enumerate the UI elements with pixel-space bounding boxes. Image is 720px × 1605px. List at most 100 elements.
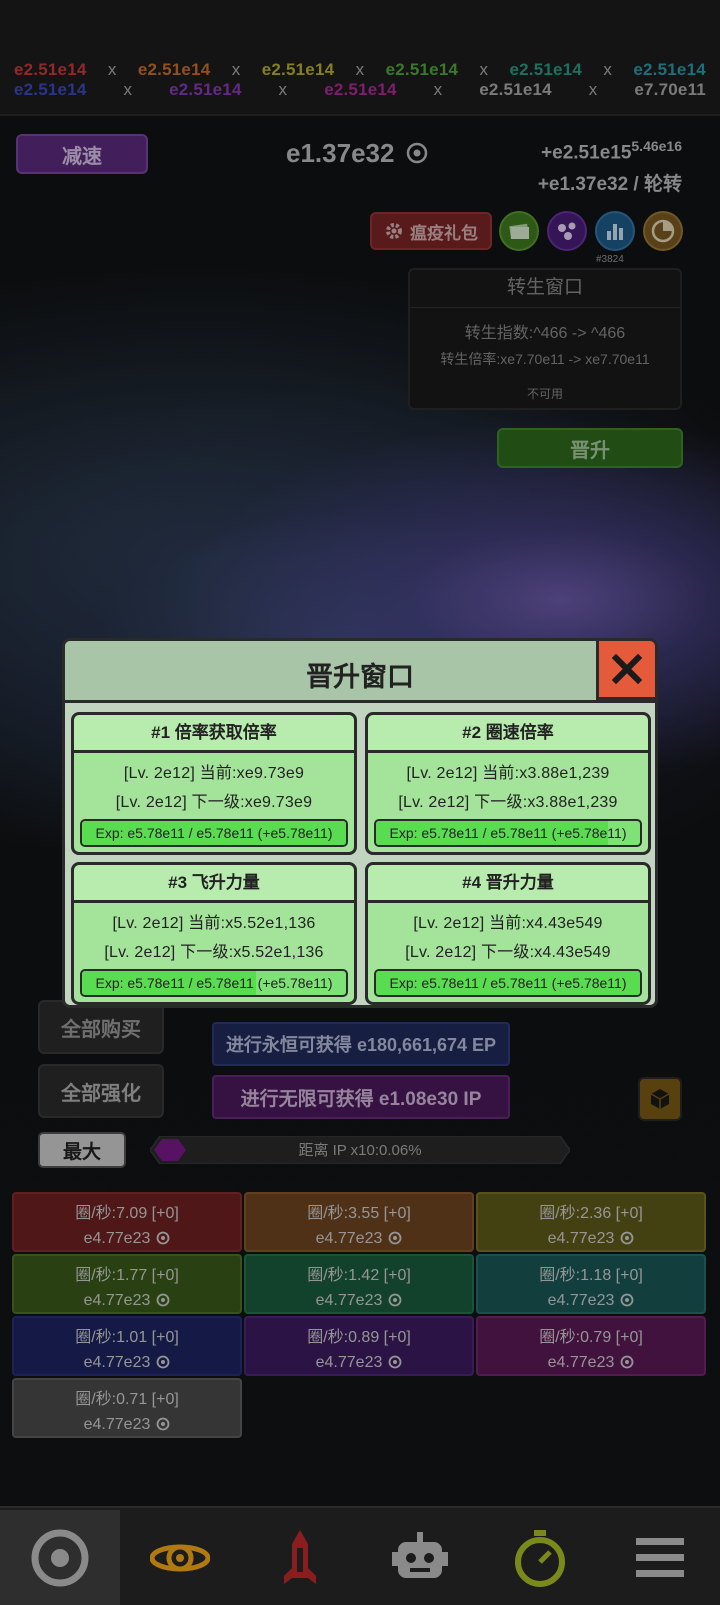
pie-button[interactable] [643,211,683,251]
ring-cost: e4.77e23 [246,1350,472,1375]
ring-cost-value: e4.77e23 [547,1354,615,1371]
ring-tile[interactable]: 圈/秒:1.01 [+0] e4.77e23 [12,1316,242,1376]
ring-cost-value: e4.77e23 [83,1230,151,1247]
ring-rate: 圈/秒:1.18 [+0] [539,1267,643,1284]
upgrade-card-next: [Lv. 2e12] 下一级:x3.88e1,239 [398,794,618,811]
multiplier-value: e2.51e14 [479,80,552,99]
upgrade-card-exp-bar: Exp: e5.78e11 / e5.78e11 (+e5.78e11) [80,969,348,997]
eternity-button[interactable]: 进行永恒可获得 e180,661,674 EP [212,1022,510,1066]
ring-tile[interactable]: 圈/秒:1.18 [+0] e4.77e23 [476,1254,706,1314]
ring-cost: e4.77e23 [14,1350,240,1375]
ring-tile[interactable]: 圈/秒:1.42 [+0] e4.77e23 [244,1254,474,1314]
upgrade-card-current: [Lv. 2e12] 当前:x4.43e549 [413,915,603,932]
cards-button[interactable] [499,211,539,251]
upgrade-all-button[interactable]: 全部强化 [38,1064,164,1118]
multiplier-separator: x [107,60,117,79]
gain-per-rotation: +e1.37e32 / 轮转 [537,174,682,196]
upgrade-card-2[interactable]: #2 圈速倍率 [Lv. 2e12] 当前:x3.88e1,239 [Lv. 2… [365,712,651,855]
max-button[interactable]: 最大 [38,1132,126,1168]
exp-bar-label: Exp: e5.78e11 / e5.78e11 (+e5.78e11) [95,975,333,991]
target-icon [156,1293,170,1307]
ring-cost: e4.77e23 [14,1226,240,1251]
nav-rocket[interactable] [240,1510,360,1605]
plague-gift-label: 瘟疫礼包 [410,223,478,243]
upgrade-card-title: #1 倍率获取倍率 [74,715,354,753]
ring-tile[interactable]: 圈/秒:2.36 [+0] e4.77e23 [476,1192,706,1252]
ip-progress-label: 距离 IP x10:0.06% [298,1142,422,1159]
cube-button[interactable] [638,1077,682,1121]
multiplier-value: e2.51e14 [169,80,242,99]
slow-down-button[interactable]: 减速 [16,134,148,174]
particles-icon [558,222,576,240]
close-button[interactable] [596,638,658,700]
upgrade-card-title: #2 圈速倍率 [368,715,648,753]
nav-stopwatch[interactable] [480,1510,600,1605]
ring-tile[interactable]: 圈/秒:0.79 [+0] e4.77e23 [476,1316,706,1376]
ring-cost: e4.77e23 [14,1288,240,1313]
plague-gift-button[interactable]: 瘟疫礼包 [370,212,492,250]
stats-button[interactable] [595,211,635,251]
multiplier-separator: x [588,80,598,99]
gain-exponent: 5.46e16 [631,138,682,154]
multiplier-separator: x [603,60,613,79]
multiplier-value: e2.51e14 [14,60,87,79]
multiplier-separator: x [278,80,288,99]
stopwatch-icon [515,1530,565,1587]
ring-tile[interactable]: 圈/秒:7.09 [+0] e4.77e23 [12,1192,242,1252]
ring-rate: 圈/秒:7.09 [+0] [75,1205,179,1222]
multiplier-value: e2.51e14 [385,60,459,79]
nav-robot[interactable] [360,1510,480,1605]
target-icon [620,1293,634,1307]
particles-button[interactable] [547,211,587,251]
exp-bar-label: Exp: e5.78e11 / e5.78e11 (+e5.78e11) [389,975,627,991]
upgrade-card-1[interactable]: #1 倍率获取倍率 [Lv. 2e12] 当前:xe9.73e9 [Lv. 2e… [71,712,357,855]
target-icon [388,1355,402,1369]
infinity-button[interactable]: 进行无限可获得 e1.08e30 IP [212,1075,510,1119]
ring-tile[interactable]: 圈/秒:0.89 [+0] e4.77e23 [244,1316,474,1376]
multiplier-separator: x [123,80,133,99]
ring-cost: e4.77e23 [478,1350,704,1375]
ring-tile[interactable]: 圈/秒:1.77 [+0] e4.77e23 [12,1254,242,1314]
multiplier-value: e7.70e11 [634,80,706,99]
cube-icon [650,1089,670,1109]
rebirth-index: 转生指数:^466 -> ^466 [464,325,626,342]
promote-button[interactable]: 晋升 [497,428,683,468]
upgrade-card-next: [Lv. 2e12] 下一级:x4.43e549 [405,944,611,961]
target-icon [31,1529,89,1587]
upgrade-card-current: [Lv. 2e12] 当前:x5.52e1,136 [112,915,316,932]
target-icon [156,1231,170,1245]
upgrade-card-exp-bar: Exp: e5.78e11 / e5.78e11 (+e5.78e11) [374,969,642,997]
upgrade-card-4[interactable]: #4 晋升力量 [Lv. 2e12] 当前:x4.43e549 [Lv. 2e1… [365,862,651,1005]
ring-cost-value: e4.77e23 [547,1230,615,1247]
nav-menu[interactable] [600,1510,720,1605]
ring-cost-value: e4.77e23 [315,1354,383,1371]
ring-cost: e4.77e23 [246,1288,472,1313]
ring-rate: 圈/秒:0.89 [+0] [307,1329,411,1346]
ring-cost-value: e4.77e23 [83,1416,151,1433]
ring-rate: 圈/秒:1.77 [+0] [75,1267,179,1284]
ring-tile[interactable]: 圈/秒:3.55 [+0] e4.77e23 [244,1192,474,1252]
upgrade-card-exp-bar: Exp: e5.78e11 / e5.78e11 (+e5.78e11) [374,819,642,847]
rebirth-window-title: 转生窗口 [410,270,680,308]
buy-all-button[interactable]: 全部购买 [38,1000,164,1054]
upgrade-card-exp-bar: Exp: e5.78e11 / e5.78e11 (+e5.78e11) [80,819,348,847]
ring-rate: 圈/秒:0.71 [+0] [75,1391,179,1408]
ring-rate: 圈/秒:3.55 [+0] [307,1205,411,1222]
close-icon [612,654,642,684]
multiplier-row-1: e2.51e14 x e2.51e14 x e2.51e14 x e2.51e14 x e2.5… [14,60,706,80]
target-icon [620,1355,634,1369]
upgrade-card-3[interactable]: #3 飞升力量 [Lv. 2e12] 当前:x5.52e1,136 [Lv. 2… [71,862,357,1005]
promotion-window-header: 晋升窗口 [65,638,658,703]
nav-target[interactable] [0,1510,120,1605]
ring-cost: e4.77e23 [246,1226,472,1251]
ring-cost: e4.77e23 [478,1226,704,1251]
exp-bar-label: Exp: e5.78e11 / e5.78e11 (+e5.78e11) [95,825,333,841]
rebirth-window: 转生窗口 转生指数:^466 -> ^466 转生倍率:xe7.70e11 ->… [408,268,682,410]
ring-tile[interactable]: 圈/秒:0.71 [+0] e4.77e23 [12,1378,242,1438]
multiplier-value: e2.51e14 [261,60,335,79]
ring-cost-value: e4.77e23 [547,1292,615,1309]
nav-orbit[interactable] [120,1510,240,1605]
target-icon [388,1231,402,1245]
bar-chart-icon [607,224,623,240]
gain-value: +e2.51e15 [541,142,632,164]
